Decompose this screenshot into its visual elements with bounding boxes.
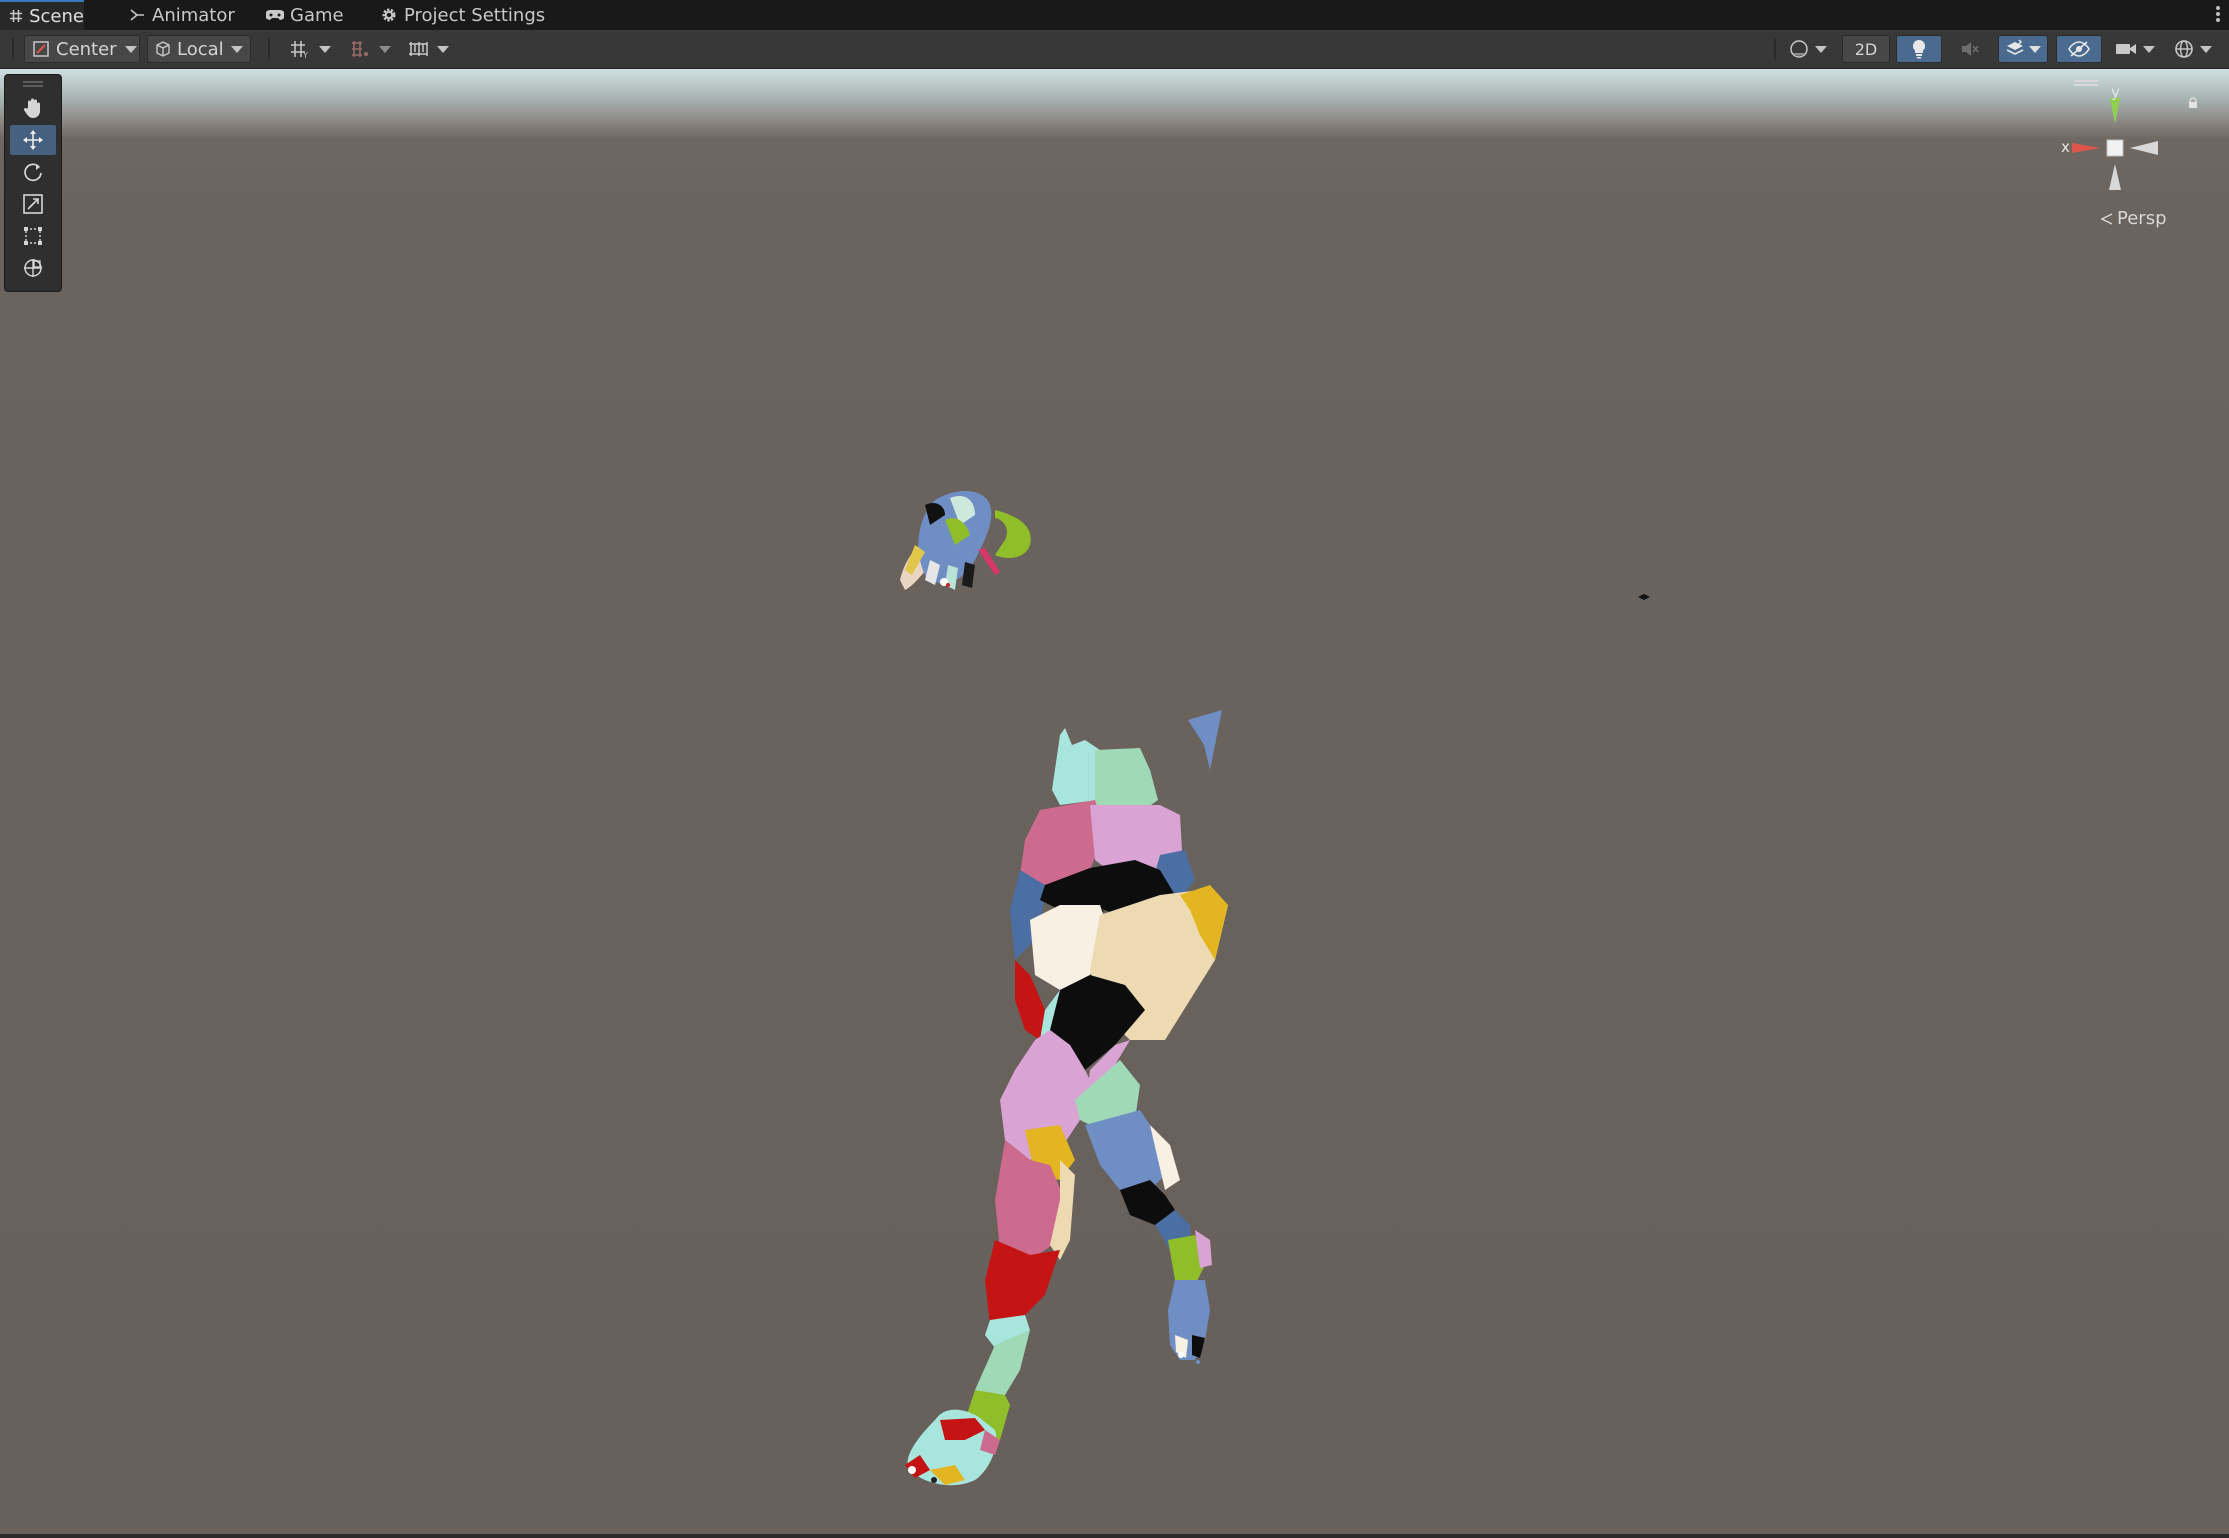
rect-tool-button[interactable] [10,221,56,251]
scene-tools-overlay [4,74,62,292]
chevron-left-icon [2100,212,2114,226]
neg-y-axis-cone[interactable] [2109,164,2121,190]
transform-tool-icon [22,257,44,279]
scene-speck [1638,594,1650,600]
gizmo-y-label: y [2111,83,2120,101]
hair-shard-mesh[interactable] [1188,710,1222,770]
scale-tool-button[interactable] [10,189,56,219]
gizmo-center-cube[interactable] [2106,139,2124,157]
neg-x-axis-cone[interactable] [2130,141,2158,155]
rect-tool-icon [22,225,44,247]
character-model[interactable] [0,0,2229,1538]
x-axis-cone[interactable] [2072,143,2100,153]
hand-mesh[interactable] [900,490,1031,590]
projection-toggle[interactable]: Persp [2100,208,2167,229]
orientation-gizmo[interactable]: y x [2060,76,2190,196]
scale-tool-icon [22,193,44,215]
rotate-tool-button[interactable] [10,157,56,187]
transform-tool-button[interactable] [10,253,56,283]
body-mesh[interactable] [905,728,1228,1486]
rotate-tool-icon [22,161,44,183]
overlay-drag-handle[interactable] [23,81,43,87]
hand-tool-button[interactable] [10,93,56,123]
move-tool-button[interactable] [10,125,56,155]
y-axis-cone[interactable] [2110,98,2120,124]
move-tool-icon [22,129,44,151]
hand-tool-icon [22,97,44,119]
projection-label: Persp [2117,208,2167,229]
gizmo-x-label: x [2061,138,2070,156]
